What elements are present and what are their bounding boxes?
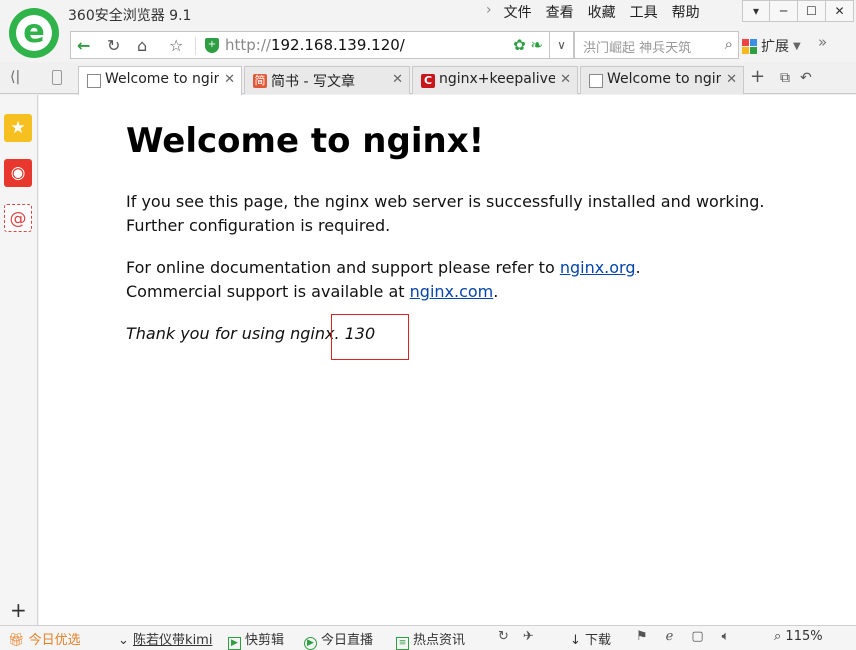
more-icon[interactable]: »: [818, 33, 827, 51]
news-icon: ≡: [396, 637, 409, 650]
jianshu-icon: 简: [253, 74, 267, 88]
close-icon[interactable]: ✕: [826, 0, 854, 22]
pin-icon[interactable]: ✈: [523, 629, 534, 644]
mail-icon[interactable]: @: [4, 204, 32, 232]
nav-bar: ← ↻ ⌂ ☆ + http://192.168.139.120/ ✿ ❧ ∨ …: [0, 28, 856, 62]
intro-paragraph: If you see this page, the nginx web serv…: [126, 192, 765, 235]
news-ticker[interactable]: ⌄ 陈若仪带kimi: [118, 629, 212, 648]
search-placeholder: 洪门崛起 神兵天筑: [583, 41, 692, 56]
tab-bar: ⟨| Welcome to nginx! ✕ 简 简书 - 写文章 ✕ C ng…: [0, 62, 856, 95]
tab-close-icon[interactable]: ✕: [560, 72, 571, 87]
extensions-grid-icon: [742, 38, 757, 54]
tab-tools: ⧉ ↶: [780, 70, 812, 86]
chevron-down-icon: ⌄: [118, 633, 129, 648]
tab-nginx-keepalived[interactable]: C nginx+keepalived ✕: [412, 66, 578, 94]
flag-icon[interactable]: ⚑: [636, 629, 648, 644]
reload-icon[interactable]: ↻: [107, 36, 120, 56]
phone-icon[interactable]: [52, 70, 62, 85]
back-icon[interactable]: ←: [77, 36, 90, 56]
window-icon[interactable]: ▢: [691, 629, 703, 644]
refresh-icon[interactable]: ↻: [498, 629, 509, 644]
live-play-icon: ▶: [304, 637, 317, 650]
minimize-icon[interactable]: ─: [770, 0, 798, 22]
tab-jianshu[interactable]: 简 简书 - 写文章 ✕: [244, 66, 410, 94]
extensions-button[interactable]: 扩展 ▼: [742, 36, 801, 56]
tab-welcome-nginx-2[interactable]: Welcome to nginx! ✕: [580, 66, 744, 94]
highlight-box: [331, 314, 409, 360]
new-tab-icon[interactable]: +: [750, 66, 765, 87]
clip-button[interactable]: ▶ 快剪辑: [228, 629, 284, 650]
tab-close-icon[interactable]: ✕: [726, 72, 737, 87]
zoom-control[interactable]: ⌕ 115%: [774, 629, 823, 644]
hot-news-button[interactable]: ≡ 热点资讯: [396, 629, 465, 650]
speed-mode-icon[interactable]: ✿ ❧: [513, 36, 543, 54]
status-bar: 🎁︎ 今日优选 ⌄ 陈若仪带kimi ▶ 快剪辑 ▶ 今日直播 ≡ 热点资讯 ↻ ✈ …: [0, 625, 856, 650]
nginx-com-link[interactable]: nginx.com: [410, 282, 494, 301]
address-dropdown-icon[interactable]: ∨: [550, 31, 574, 59]
volume-icon[interactable]: 🔈︎: [722, 629, 730, 644]
csdn-icon: C: [421, 74, 435, 88]
search-box[interactable]: 洪门崛起 神兵天筑 ⌕: [574, 31, 739, 59]
collapse-sidebar-icon[interactable]: ⟨|: [10, 69, 20, 85]
ie-icon[interactable]: ℯ: [666, 629, 674, 644]
address-bar[interactable]: ← ↻ ⌂ ☆ + http://192.168.139.120/ ✿ ❧: [70, 31, 550, 59]
menu-view[interactable]: 查看: [546, 2, 574, 22]
tab-list-icon[interactable]: ⧉: [780, 70, 790, 86]
support-paragraph: For online documentation and support ple…: [126, 258, 641, 301]
menu-file[interactable]: 文件: [504, 2, 532, 22]
menu-help[interactable]: 帮助: [672, 2, 700, 22]
tab-welcome-nginx[interactable]: Welcome to nginx! ✕: [78, 66, 242, 95]
gift-icon: 🎁︎: [8, 633, 25, 648]
sidebar: ★ ◉ @ +: [0, 95, 38, 625]
skin-icon[interactable]: ▾: [742, 0, 770, 22]
browser-logo: e: [9, 8, 59, 58]
magnifier-icon: ⌕: [774, 629, 782, 644]
menu-bar: › 文件 查看 收藏 工具 帮助: [486, 2, 714, 22]
sidebar-add-icon[interactable]: +: [10, 598, 27, 622]
status-tools-2: ⚑ ℯ ▢ 🔈︎: [636, 629, 729, 644]
divider: [195, 37, 196, 55]
tab-close-icon[interactable]: ✕: [392, 72, 403, 87]
menu-favorites[interactable]: 收藏: [588, 2, 616, 22]
weibo-icon[interactable]: ◉: [4, 159, 32, 187]
status-tools: ↻ ✈: [498, 629, 534, 644]
play-icon: ▶: [228, 637, 241, 650]
page-title: Welcome to nginx!: [126, 121, 485, 161]
maximize-icon[interactable]: ☐: [798, 0, 826, 22]
tab-close-icon[interactable]: ✕: [224, 72, 235, 87]
doc-icon: [87, 74, 101, 88]
page-content: Welcome to nginx! If you see this page, …: [39, 95, 856, 625]
bookmark-star-icon[interactable]: ☆: [169, 36, 183, 56]
url-text[interactable]: http://192.168.139.120/: [225, 36, 405, 54]
title-bar: e 360安全浏览器 9.1 › 文件 查看 收藏 工具 帮助 ▾ ─ ☐ ✕: [0, 0, 856, 58]
chevron-right-icon[interactable]: ›: [486, 2, 492, 22]
security-shield-icon[interactable]: +: [205, 38, 219, 53]
live-button[interactable]: ▶ 今日直播: [304, 629, 373, 650]
menu-tools[interactable]: 工具: [630, 2, 658, 22]
favorites-star-icon[interactable]: ★: [4, 114, 32, 142]
chevron-down-icon: ▼: [793, 40, 801, 52]
home-icon[interactable]: ⌂: [137, 36, 147, 56]
download-button[interactable]: ↓ 下载: [570, 629, 611, 648]
window-title: 360安全浏览器 9.1: [68, 8, 192, 24]
undo-close-icon[interactable]: ↶: [800, 70, 812, 86]
download-icon: ↓: [570, 633, 581, 648]
nginx-org-link[interactable]: nginx.org: [560, 258, 636, 277]
search-icon[interactable]: ⌕: [725, 35, 733, 53]
deals-button[interactable]: 🎁︎ 今日优选: [8, 629, 81, 648]
doc-icon: [589, 74, 603, 88]
window-controls: ▾ ─ ☐ ✕: [742, 0, 854, 22]
